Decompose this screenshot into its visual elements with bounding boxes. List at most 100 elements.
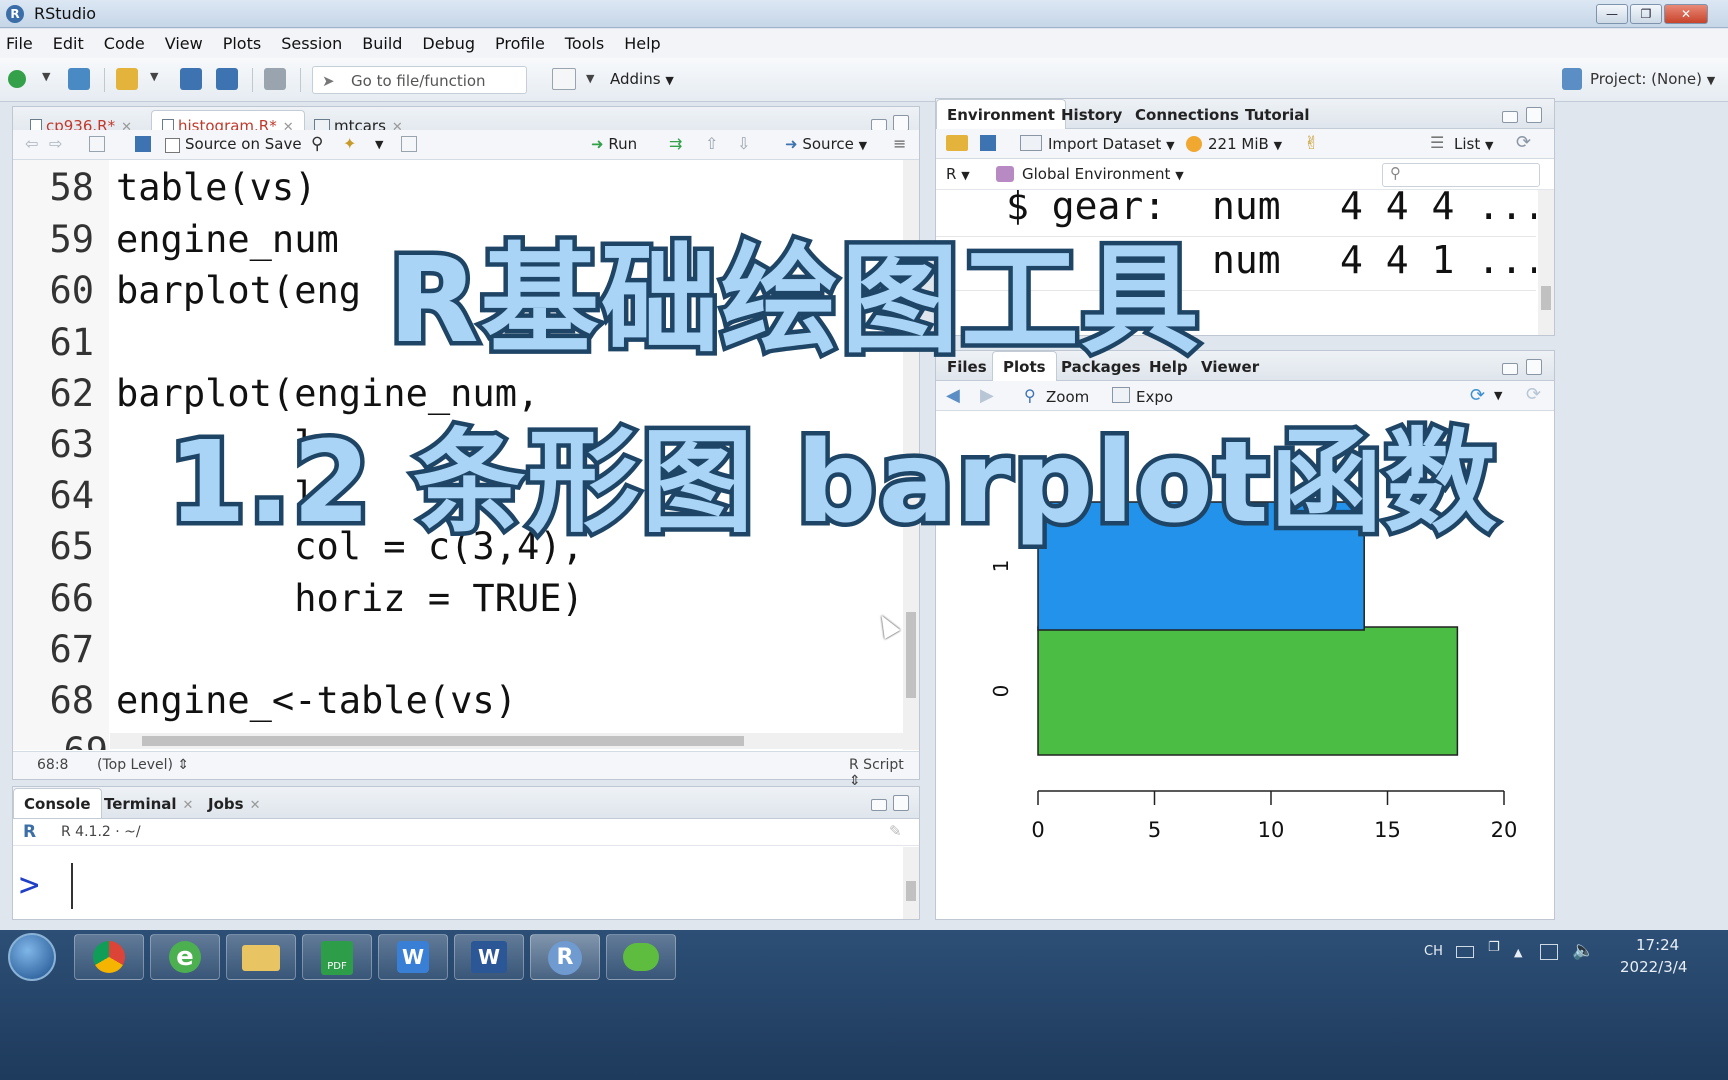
input-language-indicator[interactable]: CH — [1424, 944, 1443, 959]
project-menu[interactable]: Project: (None) ▼ — [1590, 70, 1715, 88]
minimize-button[interactable]: — — [1596, 4, 1628, 24]
minimize-pane-icon[interactable] — [1502, 363, 1518, 375]
explorer-taskbar-icon[interactable] — [226, 934, 296, 980]
clear-console-icon[interactable]: ✎ — [889, 822, 902, 840]
maximize-pane-icon[interactable] — [893, 795, 909, 811]
addins-menu[interactable]: Addins ▼ — [610, 70, 674, 88]
clock-time[interactable]: 17:24 — [1636, 936, 1679, 954]
chevron-down-icon[interactable]: ▼ — [150, 70, 158, 83]
scope-dropdown[interactable]: Global Environment ▼ — [1022, 165, 1184, 183]
wechat-taskbar-icon[interactable] — [606, 934, 676, 980]
refresh-icon[interactable]: ⟳ — [1516, 132, 1531, 153]
network-icon[interactable] — [1540, 944, 1558, 960]
close-icon[interactable]: ✕ — [250, 798, 261, 813]
menu-file[interactable]: File — [6, 34, 33, 53]
outline-icon[interactable]: ≡ — [893, 134, 906, 153]
environment-vscrollbar[interactable] — [1538, 190, 1554, 335]
window-icon[interactable]: ❐ — [1488, 940, 1500, 955]
vscroll-thumb[interactable] — [906, 881, 916, 901]
pdf-taskbar-icon[interactable]: PDF — [302, 934, 372, 980]
broom-icon[interactable]: ✌ — [1304, 133, 1319, 154]
memory-usage-button[interactable]: 221 MiB ▼ — [1208, 135, 1282, 153]
chevron-down-icon[interactable]: ▼ — [375, 138, 383, 151]
line-number: 66 — [49, 577, 94, 620]
save-icon[interactable] — [135, 136, 151, 152]
tab-connections[interactable]: Connections — [1124, 99, 1250, 129]
save-icon[interactable] — [180, 68, 202, 90]
vscroll-thumb[interactable] — [1541, 286, 1551, 310]
new-project-icon[interactable] — [68, 68, 90, 90]
tray-expand-icon[interactable]: ▲ — [1514, 946, 1522, 959]
rerun-icon[interactable]: ⇉ — [669, 134, 682, 153]
open-file-icon[interactable] — [116, 68, 138, 90]
save-icon[interactable] — [980, 135, 996, 151]
window-title: RStudio — [34, 4, 97, 23]
load-workspace-icon[interactable] — [946, 135, 968, 151]
maximize-pane-icon[interactable] — [893, 115, 909, 131]
minimize-pane-icon[interactable] — [871, 799, 887, 811]
tab-tutorial[interactable]: Tutorial — [1234, 99, 1321, 129]
save-all-icon[interactable] — [216, 68, 238, 90]
menu-plots[interactable]: Plots — [223, 34, 262, 53]
menu-code[interactable]: Code — [104, 34, 145, 53]
goto-file-input[interactable]: Go to file/function — [312, 66, 527, 94]
menu-edit[interactable]: Edit — [53, 34, 84, 53]
refresh-icon[interactable]: ⟳ — [1526, 384, 1541, 405]
close-button[interactable]: ✕ — [1664, 4, 1708, 24]
keyboard-icon[interactable] — [1456, 946, 1474, 958]
tab-history[interactable]: History — [1050, 99, 1133, 129]
tab-jobs[interactable]: Jobs ✕ — [197, 788, 271, 818]
tab-viewer[interactable]: Viewer — [1190, 351, 1270, 381]
scope-selector[interactable]: (Top Level) ⇕ — [97, 757, 189, 773]
console-vscrollbar[interactable] — [903, 847, 919, 919]
hscroll-thumb[interactable] — [142, 736, 744, 746]
menu-profile[interactable]: Profile — [495, 34, 545, 53]
maximize-pane-icon[interactable] — [1526, 107, 1542, 123]
menu-tools[interactable]: Tools — [565, 34, 604, 53]
new-file-icon[interactable] — [8, 70, 26, 88]
menu-build[interactable]: Build — [362, 34, 402, 53]
wps-taskbar-icon[interactable]: W — [378, 934, 448, 980]
chevron-down-icon[interactable]: ▼ — [586, 72, 594, 85]
chevron-down-icon[interactable]: ▼ — [42, 70, 50, 83]
menu-view[interactable]: View — [165, 34, 203, 53]
source-button[interactable]: ➜ Source ▼ — [785, 135, 867, 153]
forward-arrow-icon[interactable]: ⇨ — [49, 134, 62, 153]
chrome-taskbar-icon[interactable] — [74, 934, 144, 980]
menu-debug[interactable]: Debug — [422, 34, 475, 53]
menu-help[interactable]: Help — [624, 34, 660, 53]
console-output[interactable]: > — [13, 847, 903, 919]
word-taskbar-icon[interactable]: W — [454, 934, 524, 980]
tab-environment[interactable]: Environment — [936, 99, 1066, 129]
show-in-window-icon[interactable] — [89, 136, 105, 152]
grid-layout-icon[interactable] — [552, 68, 576, 90]
vscroll-thumb[interactable] — [906, 612, 916, 698]
volume-icon[interactable]: 🔈 — [1572, 940, 1594, 961]
source-on-save-checkbox[interactable] — [165, 138, 180, 153]
start-button-icon[interactable] — [8, 933, 56, 981]
minimize-pane-icon[interactable] — [1502, 111, 1518, 123]
compile-report-icon[interactable] — [401, 136, 417, 152]
up-arrow-icon[interactable]: ⇧ — [705, 134, 718, 153]
close-icon[interactable]: ✕ — [183, 798, 194, 813]
tab-terminal[interactable]: Terminal ✕ — [93, 788, 204, 818]
run-button[interactable]: ➜ Run — [591, 135, 637, 153]
restore-button[interactable]: ❐ — [1630, 4, 1662, 24]
ie-taskbar-icon[interactable]: e — [150, 934, 220, 980]
back-arrow-icon[interactable]: ⇦ — [25, 134, 38, 153]
search-icon[interactable]: ⚲ — [311, 134, 323, 154]
print-icon[interactable] — [264, 68, 286, 90]
down-arrow-icon[interactable]: ⇩ — [737, 134, 750, 153]
editor-hscrollbar[interactable] — [110, 733, 903, 749]
environment-search-input[interactable] — [1382, 163, 1540, 187]
filetype-selector[interactable]: R Script ⇕ — [849, 757, 919, 789]
language-selector[interactable]: R ▼ — [946, 165, 970, 183]
maximize-pane-icon[interactable] — [1526, 359, 1542, 375]
rstudio-taskbar-icon[interactable]: R — [530, 934, 600, 980]
menu-session[interactable]: Session — [281, 34, 342, 53]
clock-date[interactable]: 2022/3/4 — [1620, 958, 1687, 976]
list-view-selector[interactable]: List ▼ — [1454, 135, 1493, 153]
import-dataset-button[interactable]: Import Dataset ▼ — [1048, 135, 1175, 153]
tab-console[interactable]: Console — [13, 788, 102, 818]
magic-wand-icon[interactable]: ✦ — [343, 134, 356, 153]
